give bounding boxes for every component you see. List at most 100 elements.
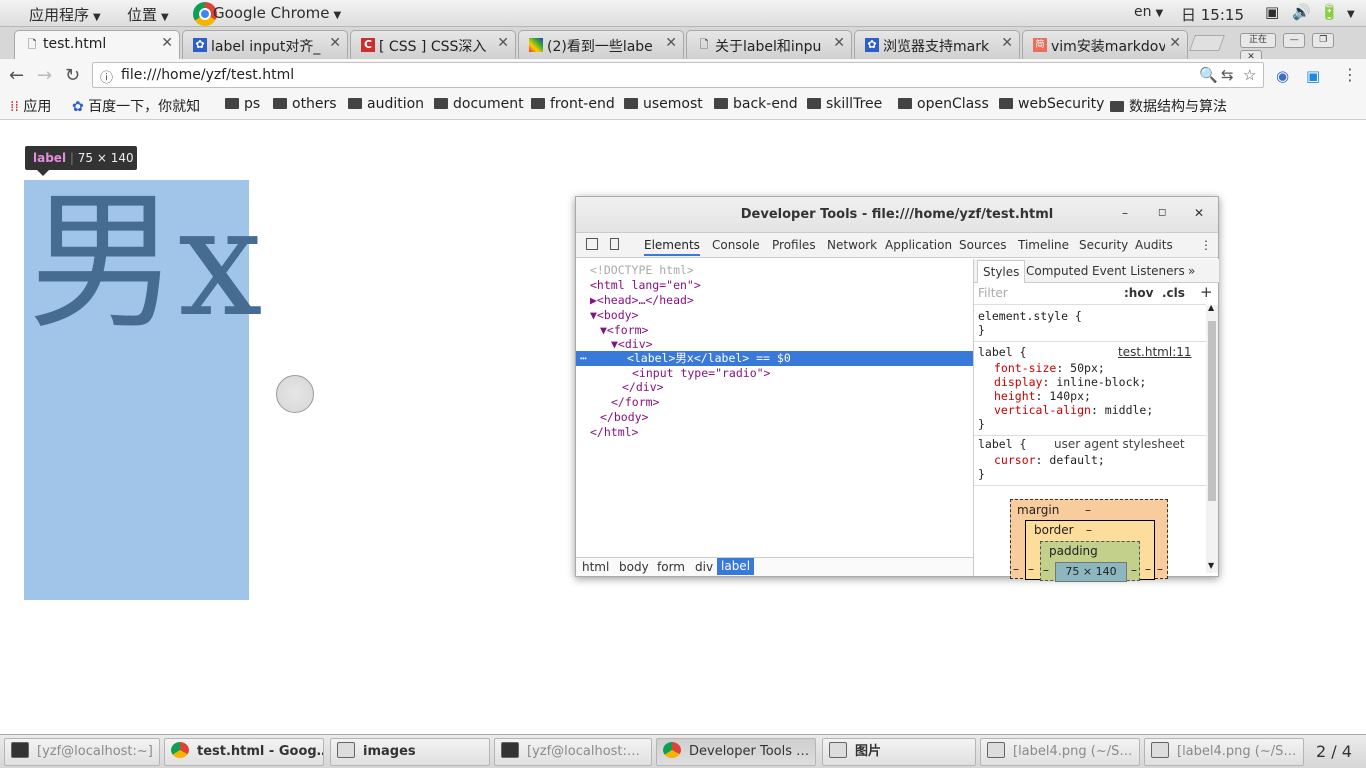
places-menu[interactable]: 位置 ▼ xyxy=(127,4,169,25)
tab-test-html[interactable]: 🗋 test.html ✕ xyxy=(14,30,180,59)
tab-profiles[interactable]: Profiles xyxy=(772,238,816,252)
tab-sources[interactable]: Sources xyxy=(959,238,1006,252)
close-icon[interactable]: ✕ xyxy=(665,35,677,51)
dom-node[interactable]: <html lang="en"> xyxy=(576,278,973,293)
dom-node[interactable]: ▼<body> xyxy=(576,308,973,323)
dom-node[interactable]: </html> xyxy=(576,425,973,440)
zoom-icon[interactable]: 🔍 xyxy=(1199,66,1218,84)
box-model-margin[interactable]: margin – – – border – – – padding – – 75… xyxy=(1010,499,1168,582)
device-toolbar-icon[interactable] xyxy=(610,238,619,250)
dom-node[interactable]: </form> xyxy=(576,395,973,410)
volume-icon[interactable]: 🔊 xyxy=(1292,3,1311,21)
bookmark-folder[interactable]: others xyxy=(273,96,337,112)
rule1-source-link[interactable]: test.html:11 xyxy=(1118,345,1192,359)
bookmark-baidu[interactable]: ✿ 百度一下，你就知 xyxy=(72,96,208,116)
tab-network[interactable]: Network xyxy=(827,238,877,252)
more-tabs-icon[interactable]: » xyxy=(1188,264,1195,278)
breadcrumb-html[interactable]: html xyxy=(582,560,609,574)
reload-button[interactable]: ↻ xyxy=(65,65,80,86)
translate-icon[interactable]: ⇆ xyxy=(1221,66,1234,84)
task-terminal[interactable]: [yzf@localhost:… xyxy=(494,738,652,766)
clock[interactable]: 日 15:15 xyxy=(1181,4,1244,25)
star-icon[interactable]: ☆ xyxy=(1243,66,1256,84)
close-icon[interactable]: ✕ xyxy=(1169,35,1181,51)
style-property[interactable]: cursor: default; xyxy=(994,453,1105,467)
breadcrumb-form[interactable]: form xyxy=(657,560,685,574)
breadcrumb-div[interactable]: div xyxy=(695,560,713,574)
tab-elements[interactable]: Elements xyxy=(644,238,700,256)
hov-toggle[interactable]: :hov xyxy=(1124,286,1153,300)
label-element[interactable]: 男x xyxy=(28,188,263,338)
tab-about-label[interactable]: 🗋 关于label和inpu ✕ xyxy=(686,30,852,59)
style-property[interactable]: height: 140px; xyxy=(994,389,1091,403)
element-style-selector[interactable]: element.style { xyxy=(978,309,1082,323)
bookmark-folder[interactable]: back-end xyxy=(714,96,798,112)
tab-vim-markdown[interactable]: 简 vim安装markdov ✕ xyxy=(1022,30,1188,59)
back-button[interactable]: ← xyxy=(9,65,24,86)
power-menu[interactable]: ▼ xyxy=(1343,3,1355,21)
task-pictures[interactable]: 图片 xyxy=(822,738,976,766)
style-property[interactable]: display: inline-block; xyxy=(994,375,1146,389)
more-icon[interactable]: ⋮ xyxy=(1200,238,1212,252)
tab-timeline[interactable]: Timeline xyxy=(1018,238,1069,252)
rule2-selector[interactable]: label { xyxy=(978,437,1026,451)
maximize-button[interactable]: ❐ xyxy=(1312,33,1335,48)
close-icon[interactable]: ✕ xyxy=(329,35,341,51)
extension-icon[interactable]: ▣ xyxy=(1306,67,1320,85)
maximize-button[interactable]: ◻ xyxy=(1158,207,1166,218)
extension-icon[interactable]: ◉ xyxy=(1276,67,1289,85)
task-terminal[interactable]: [yzf@localhost:~] xyxy=(4,738,160,766)
window-switch-icon[interactable]: ▣ xyxy=(1265,3,1279,21)
bookmark-folder[interactable]: webSecurity xyxy=(999,96,1104,112)
tab-label-input[interactable]: ✿ label input对齐_ ✕ xyxy=(182,30,348,59)
profile-button[interactable]: 正在 xyxy=(1240,33,1276,48)
radio-input[interactable] xyxy=(276,375,314,413)
close-button[interactable]: ✕ xyxy=(1194,206,1204,220)
task-image-viewer[interactable]: [label4.png (~/S… xyxy=(1144,738,1304,766)
battery-icon[interactable]: 🔋 xyxy=(1320,3,1339,21)
bookmark-folder[interactable]: openClass xyxy=(898,96,989,112)
tab-console[interactable]: Console xyxy=(712,238,760,252)
language-indicator[interactable]: en ▼ xyxy=(1134,4,1163,20)
bookmark-folder[interactable]: front-end xyxy=(531,96,615,112)
box-model-content[interactable]: 75 × 140 xyxy=(1055,562,1127,582)
dom-node[interactable]: </div> xyxy=(576,380,973,395)
tab-styles[interactable]: Styles xyxy=(977,260,1026,283)
scrollbar-thumb[interactable] xyxy=(1208,321,1216,501)
box-model-border[interactable]: border – – – padding – – 75 × 140 xyxy=(1025,520,1155,582)
bookmark-folder[interactable]: ps xyxy=(225,96,260,112)
applications-menu[interactable]: 应用程序 ▼ xyxy=(29,4,101,25)
close-icon[interactable]: ✕ xyxy=(497,35,509,51)
bookmark-folder[interactable]: skillTree xyxy=(807,96,882,112)
dom-node[interactable]: <!DOCTYPE html> xyxy=(576,263,973,278)
dom-node[interactable]: ▶<head>…</head> xyxy=(576,293,973,308)
style-property[interactable]: font-size: 50px; xyxy=(994,361,1105,375)
bookmark-folder[interactable]: document xyxy=(434,96,524,112)
tab-audits[interactable]: Audits xyxy=(1135,238,1173,252)
task-devtools[interactable]: Developer Tools … xyxy=(656,738,816,766)
ellipsis-icon[interactable]: ⋯ xyxy=(580,351,587,365)
menu-icon[interactable]: ⋮ xyxy=(1342,65,1358,84)
close-icon[interactable]: ✕ xyxy=(161,35,173,51)
info-icon[interactable]: ⓘ xyxy=(100,67,113,86)
tab-event-listeners[interactable]: Event Listeners xyxy=(1092,264,1185,278)
scroll-up-icon[interactable]: ▲ xyxy=(1208,303,1214,312)
workspace-indicator[interactable]: 2 / 4 xyxy=(1306,738,1362,766)
forward-button[interactable]: → xyxy=(37,65,52,86)
box-model-padding[interactable]: padding – – 75 × 140 xyxy=(1040,541,1140,582)
tab-css-deep[interactable]: C [ CSS ] CSS深入 ✕ xyxy=(350,30,516,59)
task-images[interactable]: images xyxy=(330,738,490,766)
dom-node[interactable]: ▼<div> xyxy=(576,337,973,352)
address-bar[interactable]: ⓘ file:///home/yzf/test.html 🔍 ⇆ ☆ xyxy=(92,62,1264,88)
filter-input[interactable]: Filter xyxy=(978,286,1008,300)
inspect-icon[interactable] xyxy=(586,238,598,250)
breadcrumb-label[interactable]: label xyxy=(717,558,755,575)
dom-node-selected[interactable]: ⋯ <label>男x</label> == $0 xyxy=(576,351,973,366)
bookmark-folder[interactable]: 数据结构与算法 xyxy=(1110,96,1227,116)
cls-toggle[interactable]: .cls xyxy=(1162,286,1185,300)
close-icon[interactable]: ✕ xyxy=(833,35,845,51)
new-tab-button[interactable] xyxy=(1189,35,1225,51)
bookmark-apps[interactable]: ⁞⁞ 应用 xyxy=(10,96,51,116)
rule1-selector[interactable]: label { xyxy=(978,345,1026,359)
task-image-viewer[interactable]: [label4.png (~/S… xyxy=(980,738,1140,766)
